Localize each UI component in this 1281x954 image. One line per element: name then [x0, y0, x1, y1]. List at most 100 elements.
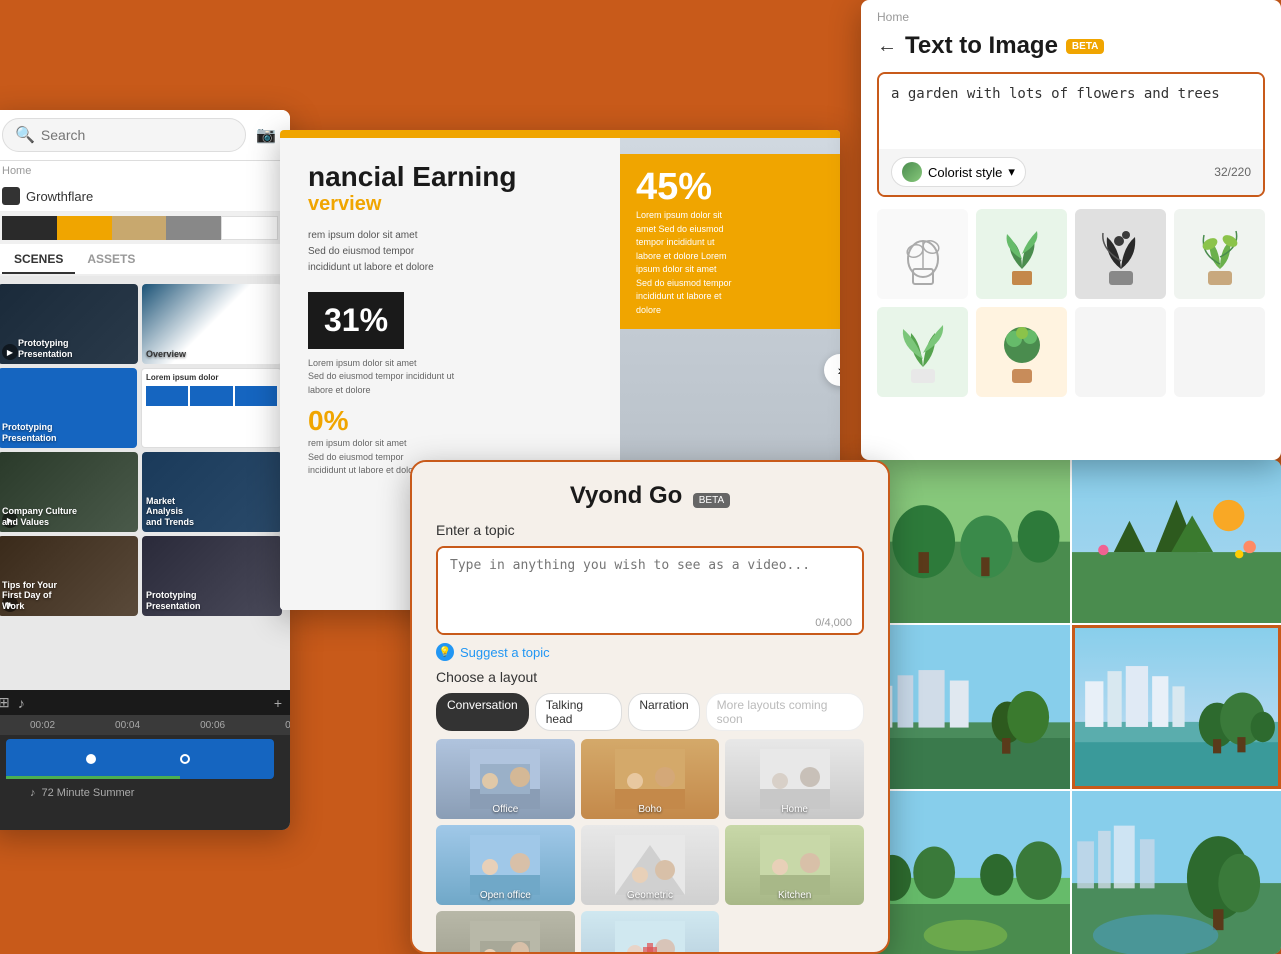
tti-textarea[interactable]: [879, 74, 1263, 144]
timeline-icon-grid[interactable]: ⊞: [0, 694, 10, 711]
layout-thumb-warehouse[interactable]: Warehouse: [436, 911, 575, 954]
slide-thumb-8[interactable]: PrototypingPresentation: [142, 536, 282, 616]
music-label: 72 Minute Summer: [42, 787, 135, 799]
slide-thumb-5[interactable]: ▶ Company Cultureand Values: [0, 452, 138, 532]
landscape-cell-5[interactable]: [861, 791, 1070, 954]
slide-label-6: MarketAnalysisand Trends: [146, 496, 194, 528]
layout-thumb-boho[interactable]: Boho: [581, 739, 720, 819]
slide-label-3: PrototypingPresentation: [2, 422, 57, 444]
suggest-icon: 💡: [436, 643, 454, 661]
tti-plant-5[interactable]: [877, 307, 968, 397]
landscape-cell-1[interactable]: [861, 460, 1070, 623]
slide-lorem-2: Lorem ipsum dolor sit ametSed do eiusmod…: [308, 357, 592, 398]
layout-thumbnails: Office Boho: [436, 739, 864, 954]
tti-plant-4[interactable]: [1174, 209, 1265, 299]
tti-input-wrap: Colorist style ▾ 32/220: [877, 72, 1265, 197]
layout-label-openoffice: Open office: [436, 890, 575, 901]
tti-plant-6[interactable]: [976, 307, 1067, 397]
swatch-gray: [166, 216, 221, 240]
brand-name: Growthflare: [26, 189, 93, 204]
vyond-go-panel: Vyond Go BETA Enter a topic 0/4,000 💡 Su…: [410, 460, 890, 954]
timeline-track: [6, 739, 274, 779]
music-note-icon: ♪: [30, 787, 36, 799]
swatch-orange: [57, 216, 112, 240]
layout-label-home: Home: [725, 804, 864, 815]
vyond-layout-label: Choose a layout: [436, 669, 864, 685]
slide-stat-3: 0%: [308, 405, 592, 437]
layout-tab-conversation[interactable]: Conversation: [436, 693, 529, 731]
landscape-cell-2[interactable]: [1072, 460, 1281, 623]
vyond-suggest-button[interactable]: 💡 Suggest a topic: [436, 643, 864, 661]
layout-label-kitchen: Kitchen: [725, 890, 864, 901]
timeline-mark-3: 00:06: [200, 720, 225, 731]
camera-icon[interactable]: 📷: [254, 123, 278, 147]
tti-plant-8[interactable]: [1174, 307, 1265, 397]
tti-plant-1[interactable]: [877, 209, 968, 299]
slide-lorem-text: rem ipsum dolor sit ametSed do eiusmod t…: [308, 228, 592, 276]
layout-thumb-geometric[interactable]: Geometric: [581, 825, 720, 905]
tti-header: ← Text to Image BETA: [861, 28, 1281, 72]
layout-tab-talkinghead[interactable]: Talking head: [535, 693, 623, 731]
left-panel-tabs: SCENES ASSETS: [0, 244, 290, 276]
brand-icon: [2, 187, 20, 205]
timeline-progress-bar: [6, 776, 180, 779]
tab-assets[interactable]: ASSETS: [75, 244, 147, 274]
vyond-char-count: 0/4,000: [438, 613, 862, 633]
layout-thumb-healthcare[interactable]: Healthcare: [581, 911, 720, 954]
tti-images-grid: [861, 197, 1281, 409]
tti-char-count: 32/220: [1214, 165, 1251, 179]
tti-title: Text to Image: [905, 32, 1058, 60]
layout-thumb-home[interactable]: Home: [725, 739, 864, 819]
vyond-textarea[interactable]: [438, 548, 862, 608]
timeline-handle-1[interactable]: [86, 754, 96, 764]
slide-row-3: ▶ Company Cultureand Values MarketAnalys…: [0, 452, 282, 532]
tti-home-label: Home: [877, 10, 909, 24]
slide-thumb-7[interactable]: ▶ Tips for YourFirst Day ofWork: [0, 536, 138, 616]
slide-main-title: nancial Earning: [308, 162, 592, 193]
tti-style-icon: [902, 162, 922, 182]
slide-play-1: ▶: [2, 344, 18, 360]
tti-style-dropdown[interactable]: Colorist style ▾: [891, 157, 1026, 187]
slide-thumb-6[interactable]: MarketAnalysisand Trends: [142, 452, 282, 532]
layout-tab-narration[interactable]: Narration: [628, 693, 699, 731]
tti-plant-3[interactable]: [1075, 209, 1166, 299]
tti-style-label: Colorist style: [928, 165, 1002, 180]
slide-label-8: PrototypingPresentation: [146, 590, 201, 612]
slide-thumb-4[interactable]: Lorem ipsum dolor: [141, 368, 282, 448]
slide-grid: ▶ PrototypingPresentation Overview Proto…: [0, 276, 290, 716]
slide-thumb-3[interactable]: PrototypingPresentation: [0, 368, 137, 448]
slide-stat-box-dark: 31%: [308, 292, 404, 349]
landscape-cell-3[interactable]: [861, 625, 1070, 788]
tti-plant-2[interactable]: [976, 209, 1067, 299]
tab-scenes[interactable]: SCENES: [2, 244, 75, 274]
layout-thumb-office[interactable]: Office: [436, 739, 575, 819]
slide-label-1: PrototypingPresentation: [18, 338, 73, 360]
tti-bottom-bar: Colorist style ▾ 32/220: [879, 149, 1263, 195]
search-input[interactable]: [41, 127, 233, 143]
layout-label-geometric: Geometric: [581, 890, 720, 901]
slide-thumb-1[interactable]: ▶ PrototypingPresentation: [0, 284, 138, 364]
landscape-cell-4[interactable]: [1072, 625, 1281, 788]
tti-back-button[interactable]: ←: [877, 35, 897, 58]
color-swatches: [2, 216, 278, 240]
tti-plant-7[interactable]: [1075, 307, 1166, 397]
timeline-handle-2[interactable]: [180, 754, 190, 764]
slide-stat-1: 45%: [636, 166, 824, 209]
slide-subtitle: verview: [308, 193, 592, 216]
tti-panel: Home ← Text to Image BETA Colorist style…: [861, 0, 1281, 460]
suggest-label: Suggest a topic: [460, 645, 550, 660]
landscape-cell-6[interactable]: [1072, 791, 1281, 954]
slide-accent-bar: [280, 130, 840, 138]
swatch-white: [221, 216, 278, 240]
search-bar[interactable]: 🔍: [2, 118, 246, 152]
slide-label-2: Overview: [146, 349, 186, 360]
timeline-icon-plus[interactable]: +: [274, 695, 282, 711]
timeline-icon-music[interactable]: ♪: [18, 695, 25, 711]
layout-thumb-openoffice[interactable]: Open office: [436, 825, 575, 905]
swatch-tan: [112, 216, 167, 240]
landscape-panel: [861, 460, 1281, 954]
slide-thumb-2[interactable]: Overview: [142, 284, 282, 364]
layout-thumb-kitchen[interactable]: Kitchen: [725, 825, 864, 905]
slide-row-1: ▶ PrototypingPresentation Overview: [0, 284, 282, 364]
vyond-input-wrap: 0/4,000: [436, 546, 864, 635]
